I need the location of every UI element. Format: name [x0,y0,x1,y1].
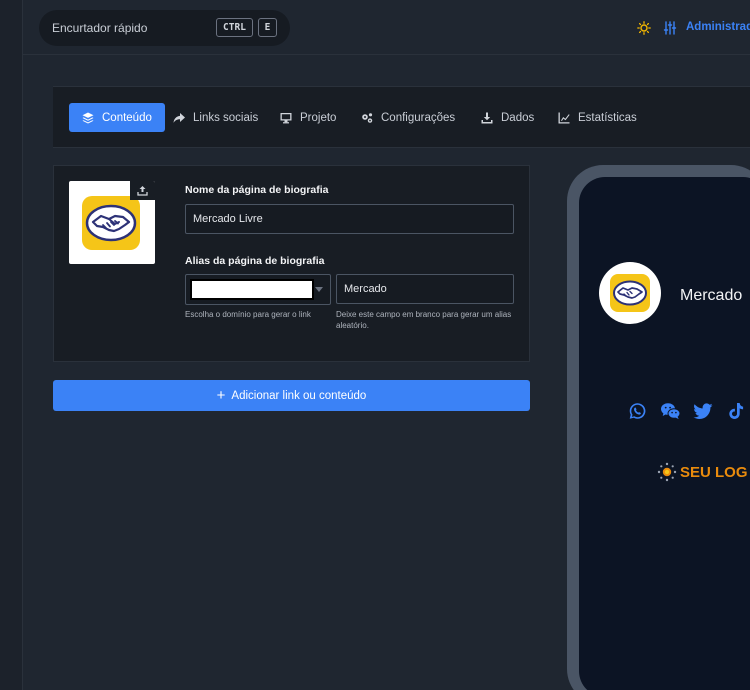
tabs-bar: Conteúdo Links sociais Projeto Configura… [53,86,750,148]
biography-form-card: Nome da página de biografia Alias da pág… [53,165,530,362]
phone-preview: Mercado SEU LOG [567,165,750,690]
wechat-icon[interactable] [659,402,682,420]
handshake-logo-icon [82,196,140,250]
admin-menu-link[interactable]: Administrad [686,21,750,33]
tab-social-links-label: Links sociais [193,111,259,124]
domain-select-value [190,279,314,300]
avatar-upload[interactable] [69,181,155,264]
tab-project[interactable]: Projeto [280,103,336,132]
domain-select[interactable] [185,274,331,305]
handshake-logo-icon [610,274,650,312]
tab-social-links[interactable]: Links sociais [173,103,258,132]
twitter-icon[interactable] [692,402,715,420]
brand-logo: SEU LOG [657,462,748,482]
bio-name-input[interactable] [185,204,514,234]
plus-icon: + [216,387,226,404]
tab-content[interactable]: Conteúdo [69,103,165,132]
phone-screen: Mercado SEU LOG [579,177,750,690]
preview-name: Mercado [680,287,743,304]
tab-settings-label: Configurações [381,111,456,124]
alias-field-label: Alias da página de biografia [185,255,325,267]
sliders-icon[interactable] [663,21,677,35]
preview-social-icons [626,402,748,420]
upload-icon [137,186,148,196]
add-link-button[interactable]: + Adicionar link ou conteúdo [53,380,530,411]
shortcut-ctrl-key: CTRL [216,18,253,37]
quick-shortener-label: Encurtador rápido [52,21,148,35]
alias-help-text: Deixe este campo em branco para gerar um… [336,310,512,330]
preview-avatar [599,262,661,324]
tab-statistics-label: Estatísticas [578,111,637,124]
sun-icon[interactable] [637,21,651,35]
share-icon [173,112,185,123]
tab-data-label: Dados [501,111,535,124]
tab-project-label: Projeto [300,111,337,124]
shortcut-e-key: E [258,18,277,37]
brand-text: SEU LOG [680,463,748,481]
whatsapp-icon[interactable] [626,402,649,420]
layers-icon [82,112,94,123]
chevron-down-icon [315,287,323,292]
tab-content-label: Conteúdo [102,111,152,124]
monitor-icon [280,112,292,123]
gears-icon [362,112,373,123]
chart-icon [558,112,570,123]
quick-shortener-search[interactable]: Encurtador rápido CTRL E [39,10,290,46]
tab-data[interactable]: Dados [481,103,534,132]
tab-statistics[interactable]: Estatísticas [558,103,637,132]
alias-input[interactable] [336,274,514,304]
name-field-label: Nome da página de biografia [185,184,329,196]
left-rail [0,0,23,690]
tab-settings[interactable]: Configurações [361,103,455,132]
domain-help-text: Escolha o domínio para gerar o link [185,310,311,319]
add-link-button-label: Adicionar link ou conteúdo [231,389,367,402]
tiktok-icon[interactable] [725,402,748,420]
upload-button[interactable] [130,181,155,200]
download-icon [481,112,493,123]
sun-logo-icon [657,462,677,482]
